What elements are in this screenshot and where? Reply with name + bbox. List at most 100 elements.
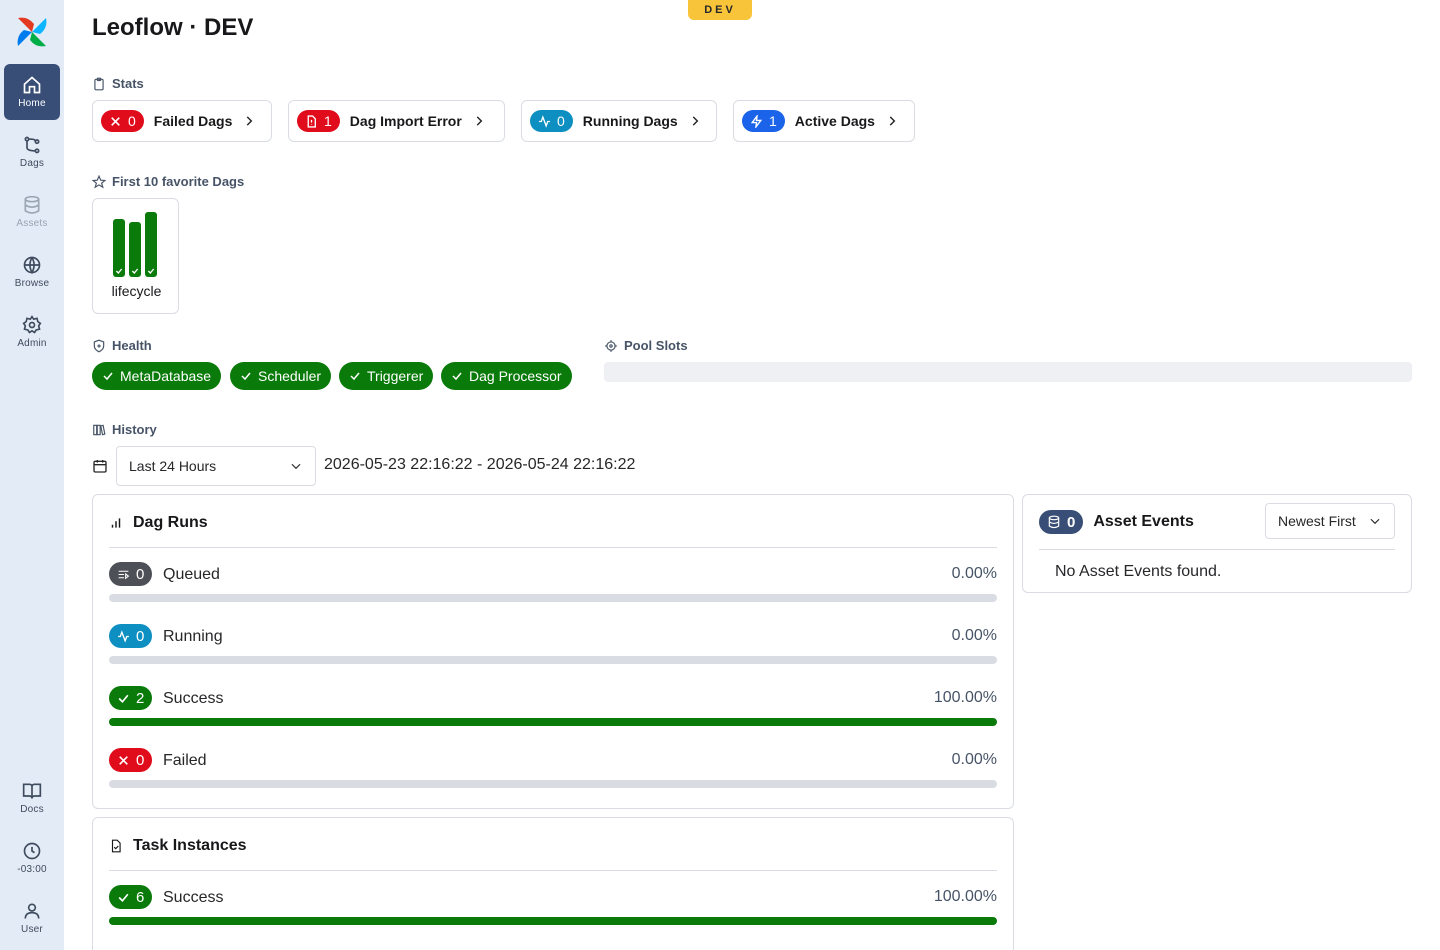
time-range-value: Last 24 Hours xyxy=(129,458,217,474)
queue-icon xyxy=(118,570,130,579)
favorites-heading: First 10 favorite Dags xyxy=(92,174,244,189)
dags-icon xyxy=(24,136,40,154)
divider xyxy=(109,547,997,548)
section-label: First 10 favorite Dags xyxy=(112,174,245,189)
x-icon xyxy=(119,755,128,765)
x-icon xyxy=(111,116,120,126)
state-row-success[interactable]: 2 Success 100.00% xyxy=(109,686,997,738)
state-count-badge: 2 xyxy=(109,686,153,710)
stat-card-failed-dags[interactable]: 0 Failed Dags xyxy=(92,100,272,142)
count-value: 0 xyxy=(128,113,136,129)
star-icon xyxy=(92,174,106,189)
sort-value: Newest First xyxy=(1278,513,1356,529)
sidebar-item-home[interactable]: Home xyxy=(4,64,60,120)
state-percent: 100.00% xyxy=(933,888,997,905)
health-badge-triggerer: Triggerer xyxy=(339,362,434,390)
page-title: Leoflow · DEV xyxy=(92,14,254,41)
sidebar-item-admin[interactable]: Admin xyxy=(4,304,60,360)
pool-slots-bar[interactable] xyxy=(604,362,1412,382)
health-label: Dag Processor xyxy=(469,368,562,384)
sidebar-item-browse[interactable]: Browse xyxy=(4,244,60,300)
sidebar-item-dags[interactable]: Dags xyxy=(4,124,60,180)
check-icon xyxy=(103,372,113,381)
panel-title-text: Task Instances xyxy=(133,837,247,854)
recent-runs-bars xyxy=(113,209,161,277)
history-heading: History xyxy=(92,422,157,437)
state-row-running[interactable]: 0 Running 0.00% xyxy=(109,624,997,676)
stat-card-active-dags[interactable]: 1 Active Dags xyxy=(733,100,915,142)
state-percent: 100.00% xyxy=(933,689,997,706)
check-icon xyxy=(131,268,139,274)
date-range-text: 2026-05-23 22:16:22 - 2026-05-24 22:16:2… xyxy=(324,456,636,473)
time-range-select[interactable]: Last 24 Hours xyxy=(116,446,316,486)
sidebar-item-label: User xyxy=(21,924,43,935)
state-row-failed[interactable]: 0 Failed 0.00% xyxy=(109,748,997,800)
sidebar-item-timezone[interactable]: -03:00 xyxy=(4,830,60,886)
state-progress-bar xyxy=(109,780,997,788)
check-icon xyxy=(118,893,129,902)
health-label: Scheduler xyxy=(258,368,322,384)
sidebar: Home Dags Assets Browse Admin Docs -03:0… xyxy=(0,0,64,950)
gear-icon xyxy=(22,315,42,334)
chevron-down-icon xyxy=(1370,518,1380,525)
count-badge: 0 xyxy=(101,110,144,132)
panel-title-text: Dag Runs xyxy=(133,514,208,531)
lightning-icon xyxy=(750,114,763,128)
sidebar-item-label: Dags xyxy=(19,158,45,169)
check-icon xyxy=(115,268,123,274)
section-label: History xyxy=(112,422,157,437)
globe-icon xyxy=(23,256,41,275)
asset-events-sort-select[interactable]: Newest First xyxy=(1265,503,1395,539)
home-icon xyxy=(23,76,41,94)
sidebar-item-label: Assets xyxy=(16,218,48,229)
stat-card-dag-import-error[interactable]: 1 Dag Import Error xyxy=(288,100,505,142)
divider xyxy=(1039,549,1395,550)
sidebar-item-assets[interactable]: Assets xyxy=(4,184,60,240)
check-icon xyxy=(241,372,251,381)
book-icon xyxy=(22,783,42,799)
state-percent: 0.00% xyxy=(951,627,997,644)
user-icon xyxy=(24,903,40,919)
sidebar-item-docs[interactable]: Docs xyxy=(4,770,60,826)
health-heading: Health xyxy=(92,338,152,353)
state-count-badge: 0 xyxy=(109,748,153,772)
asset-events-count-badge: 0 xyxy=(1039,510,1084,534)
health-label: Triggerer xyxy=(367,368,424,384)
task-instances-panel: Task Instances 6 Success 100.00% xyxy=(92,817,1014,950)
sidebar-item-label: Docs xyxy=(20,804,44,815)
state-label: Failed xyxy=(163,752,207,769)
health-label: MetaDatabase xyxy=(120,368,212,384)
run-bar-success[interactable] xyxy=(145,212,157,277)
app-logo[interactable] xyxy=(14,14,50,50)
state-label: Success xyxy=(163,690,224,707)
health-badge-dag-processor: Dag Processor xyxy=(441,362,572,390)
run-bar-success[interactable] xyxy=(129,222,141,277)
state-percent: 0.00% xyxy=(951,751,997,768)
state-progress-bar xyxy=(109,656,997,664)
health-badge-scheduler: Scheduler xyxy=(230,362,332,390)
count-value: 2 xyxy=(136,689,145,707)
chevron-down-icon xyxy=(291,463,301,470)
check-icon xyxy=(147,268,155,274)
library-icon xyxy=(93,424,106,435)
state-row-queued[interactable]: 0 Queued 0.00% xyxy=(109,562,997,614)
sidebar-item-user[interactable]: User xyxy=(4,890,60,946)
asset-events-empty-text: No Asset Events found. xyxy=(1055,563,1222,580)
count-value: 0 xyxy=(136,627,145,645)
state-label: Queued xyxy=(163,566,220,583)
clock-icon xyxy=(23,842,41,860)
count-value: 0 xyxy=(136,565,145,583)
state-progress-bar xyxy=(109,917,997,925)
count-badge: 1 xyxy=(297,110,340,132)
section-label: Health xyxy=(112,338,152,353)
state-row-success[interactable]: 6 Success 100.00% xyxy=(109,885,997,937)
run-bar-success[interactable] xyxy=(113,219,125,277)
stat-card-running-dags[interactable]: 0 Running Dags xyxy=(521,100,717,142)
activity-icon xyxy=(118,629,129,643)
pinwheel-logo-icon xyxy=(17,17,47,47)
divider xyxy=(109,870,997,871)
dag-name[interactable]: lifecycle xyxy=(93,283,180,299)
favorite-dag-card[interactable]: lifecycle xyxy=(92,198,179,314)
stats-heading: Stats xyxy=(92,76,144,91)
pool-slots-heading: Pool Slots xyxy=(604,338,688,353)
